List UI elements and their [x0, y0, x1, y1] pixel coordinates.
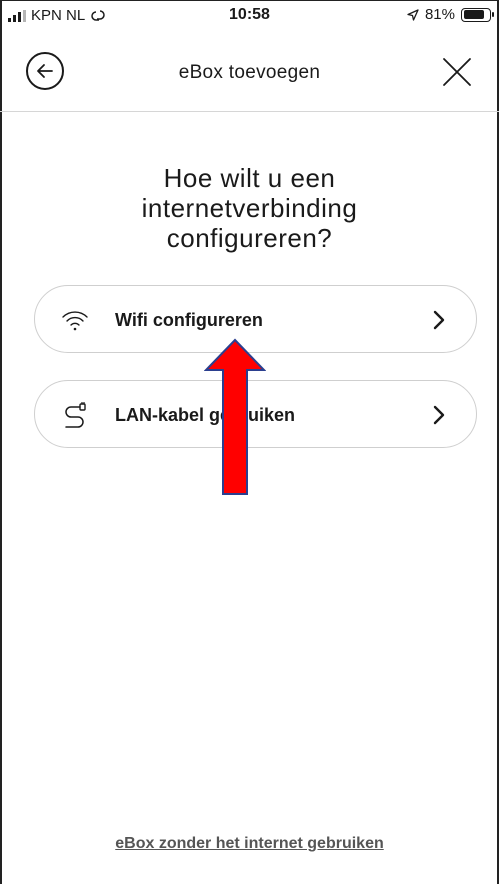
status-bar: KPN NL 10:58 81% [0, 0, 499, 34]
chevron-right-icon [433, 310, 445, 330]
battery-percent: 81% [424, 6, 455, 23]
chevron-right-icon [433, 405, 445, 425]
close-icon [443, 58, 471, 86]
status-right: 81% [407, 6, 494, 23]
battery-icon [461, 7, 494, 22]
wifi-icon [61, 306, 89, 334]
use-without-internet-link[interactable]: eBox zonder het internet gebruiken [0, 835, 499, 853]
page-title: eBox toevoegen [178, 62, 321, 83]
close-button[interactable] [437, 52, 477, 92]
wifi-option-label: Wifi configureren [115, 310, 263, 330]
location-arrow-icon [407, 8, 419, 21]
red-arrow-annotation [204, 338, 266, 495]
header: eBox toevoegen [0, 40, 499, 112]
question-heading: Hoe wilt u een internetverbinding config… [141, 163, 358, 253]
cable-icon [61, 401, 89, 429]
